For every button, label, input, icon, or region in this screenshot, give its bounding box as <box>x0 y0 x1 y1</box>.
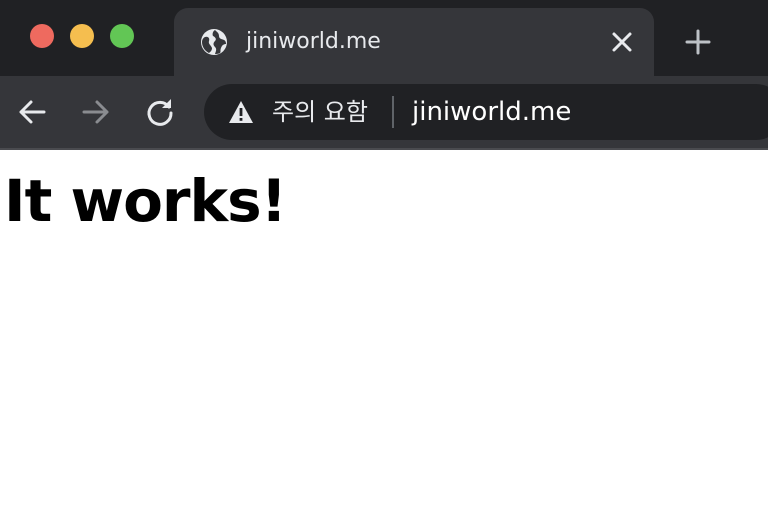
security-status-label[interactable]: 주의 요함 <box>272 96 368 128</box>
arrow-left-icon[interactable] <box>16 96 48 128</box>
tab-bar: jiniworld.me <box>0 0 768 76</box>
minimize-window-button[interactable] <box>70 24 94 48</box>
omnibox-divider <box>392 96 394 128</box>
url-text[interactable]: jiniworld.me <box>412 96 571 128</box>
plus-icon[interactable] <box>684 28 712 56</box>
tab-title: jiniworld.me <box>246 29 381 54</box>
active-tab[interactable]: jiniworld.me <box>174 8 654 76</box>
arrow-right-icon[interactable] <box>80 96 112 128</box>
page-content: It works! <box>0 150 768 518</box>
toolbar: 주의 요함 jiniworld.me <box>0 76 768 148</box>
reload-icon[interactable] <box>144 96 176 128</box>
close-window-button[interactable] <box>30 24 54 48</box>
globe-icon <box>200 28 228 56</box>
maximize-window-button[interactable] <box>110 24 134 48</box>
close-icon[interactable] <box>610 30 634 54</box>
address-bar[interactable]: 주의 요함 jiniworld.me <box>204 84 768 140</box>
page-heading: It works! <box>4 167 287 235</box>
browser-window: jiniworld.me 주의 요함 jiniworld.me It works… <box>0 0 768 518</box>
warning-icon[interactable] <box>228 100 254 124</box>
